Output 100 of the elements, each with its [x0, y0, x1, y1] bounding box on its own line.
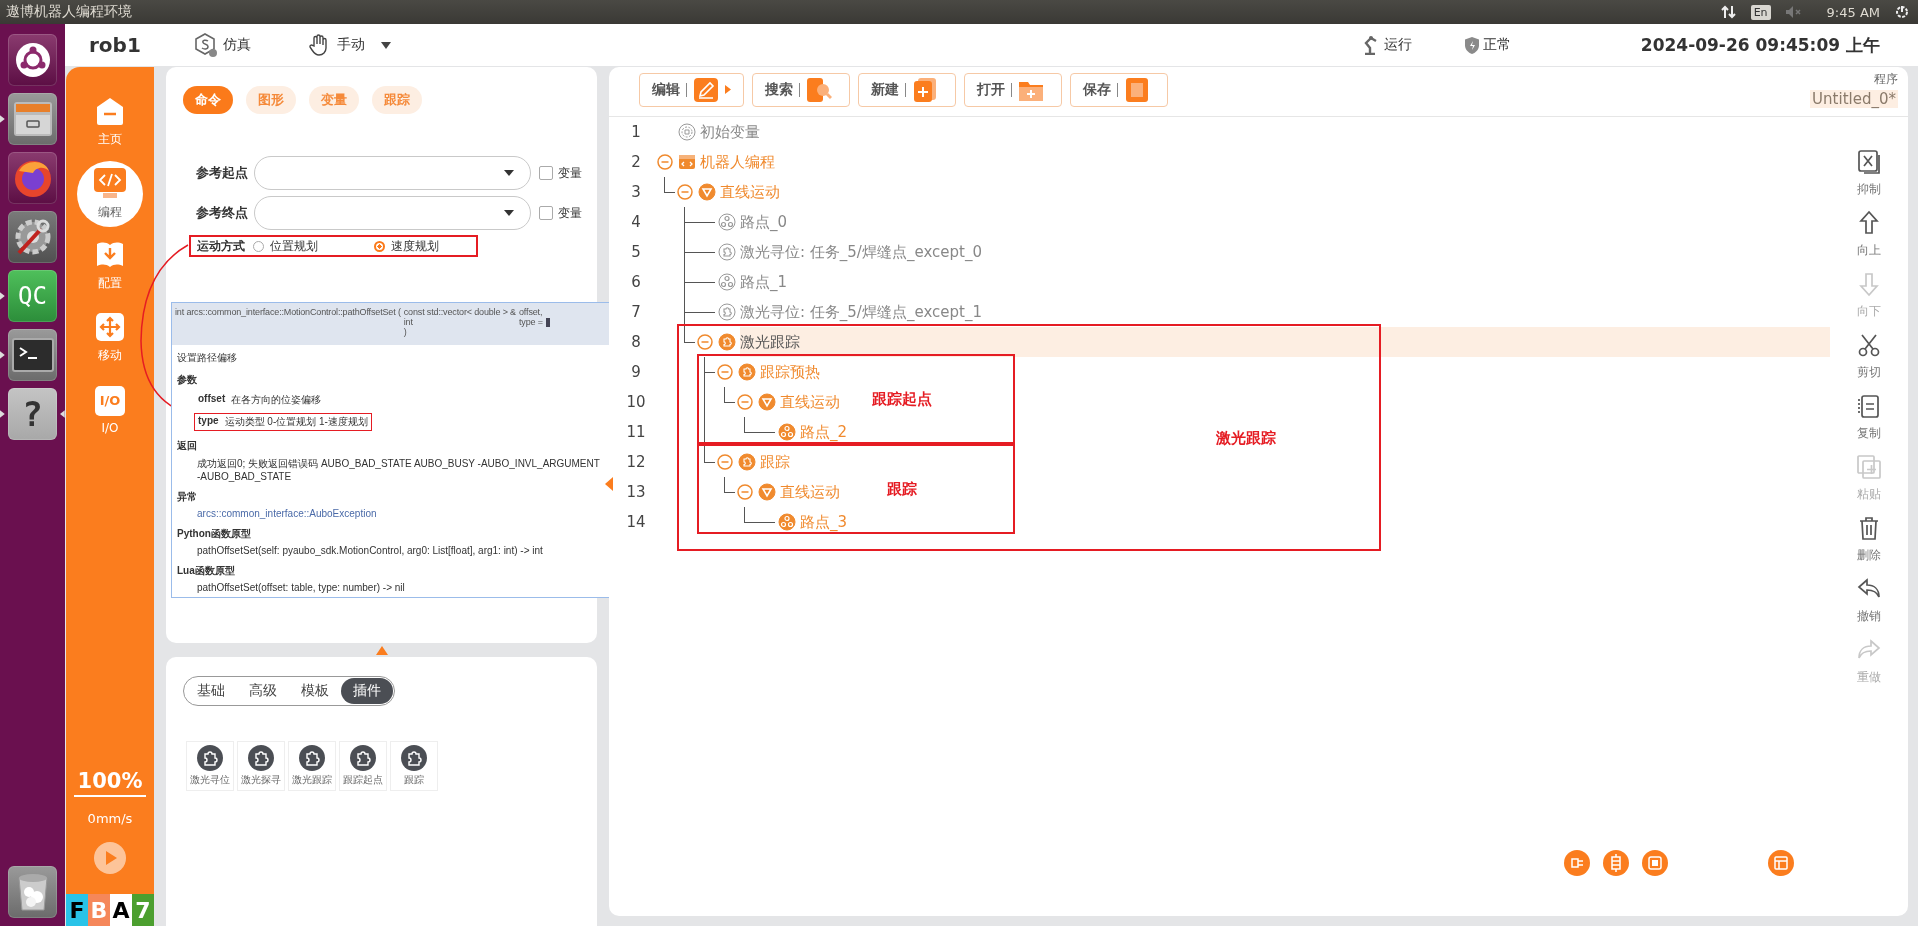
clock[interactable]: 9:45 AM	[1826, 4, 1880, 20]
category-tab[interactable]: 基础	[185, 678, 237, 704]
tree-node-label[interactable]: 路点_2	[800, 417, 848, 447]
collapse-toggle[interactable]	[657, 154, 673, 170]
line-number: 8	[630, 333, 642, 351]
tree-node-label[interactable]: 初始变量	[700, 117, 760, 147]
download-book-icon	[95, 240, 125, 270]
new-file-icon	[912, 76, 938, 103]
list-view-icon[interactable]	[1603, 850, 1629, 876]
undo-button[interactable]: 撤销	[1856, 576, 1882, 625]
parameter-name: type	[198, 415, 219, 428]
exception-link[interactable]: arcs::common_interface::AuboException	[197, 508, 377, 519]
terminal-icon[interactable]	[7, 329, 58, 381]
plugin-tile[interactable]: 跟踪	[390, 741, 438, 791]
field-label: 运动方式	[197, 237, 245, 255]
line-number: 2	[630, 153, 642, 171]
collapse-toggle[interactable]	[717, 364, 733, 380]
line-number: 4	[630, 213, 642, 231]
speaker-muted-icon[interactable]	[1784, 5, 1803, 19]
tree-node-label[interactable]: 机器人编程	[700, 147, 775, 177]
section-title: 返回	[177, 439, 198, 453]
puzzle-icon	[299, 745, 325, 771]
collapse-toggle[interactable]	[737, 484, 753, 500]
puzzle-circle-icon	[718, 243, 736, 261]
signature-text: int	[403, 317, 414, 327]
safety-state: 正常	[1482, 36, 1511, 54]
edit-button[interactable]: 编辑	[639, 72, 744, 107]
qc-app-icon[interactable]: QC	[7, 270, 58, 322]
suppress-button[interactable]: 抑制	[1856, 149, 1882, 198]
tree-node-label[interactable]: 直线运动	[720, 177, 780, 207]
tree-node-label[interactable]: 激光寻位: 任务_5/焊缝点_except_1	[740, 297, 982, 327]
line-number: 13	[625, 483, 647, 501]
tree-node-label[interactable]: 激光寻位: 任务_5/焊缝点_except_0	[740, 237, 982, 267]
app-icon-label: QC	[18, 282, 47, 310]
signature-text: int arcs::common_interface::MotionControl::pathOffsetSet (	[175, 307, 401, 317]
annotation-label: 跟踪	[887, 479, 917, 499]
browser-icon[interactable]	[7, 152, 58, 204]
collapse-toggle[interactable]	[737, 394, 753, 410]
keyboard-layout-indicator[interactable]: En	[1750, 4, 1771, 20]
file-name: Untitled_0*	[1810, 90, 1898, 108]
annotation-label: 跟踪起点	[872, 389, 932, 409]
file-cabinet-icon[interactable]	[7, 93, 58, 145]
section-title: Python函数原型	[177, 527, 252, 541]
plugin-tile[interactable]: 跟踪起点	[339, 741, 387, 791]
tree-node-label[interactable]: 直线运动	[780, 477, 840, 507]
checkbox[interactable]	[539, 166, 553, 180]
status-letter: B	[88, 894, 110, 926]
nav-item[interactable]: I/O I/O	[77, 377, 143, 443]
save-button[interactable]: 保存	[1070, 72, 1168, 107]
copy-icon	[1856, 393, 1882, 419]
wrench-gear-icon[interactable]	[7, 211, 58, 263]
new-button[interactable]: 新建	[858, 72, 956, 107]
nav-item[interactable]: 移动	[77, 305, 143, 371]
tree-node-label[interactable]: 路点_3	[800, 507, 848, 537]
up-button[interactable]: 向上	[1856, 210, 1882, 259]
power-gear-icon[interactable]	[1894, 4, 1910, 20]
control-mode-dropdown[interactable]: 手动	[306, 33, 391, 57]
checkbox[interactable]	[539, 206, 553, 220]
open-button[interactable]: 打开	[964, 72, 1062, 107]
help-icon[interactable]: ?	[7, 388, 58, 440]
collapse-toggle[interactable]	[677, 184, 693, 200]
network-arrows-icon[interactable]	[1720, 4, 1737, 20]
document-icon	[1124, 76, 1150, 103]
category-tab[interactable]: 高级	[237, 678, 289, 704]
line-number: 14	[625, 513, 647, 531]
tree-node-label[interactable]: 路点_1	[740, 267, 788, 297]
splitter-handle-icon[interactable]	[375, 645, 388, 655]
chevron-circle-icon	[758, 393, 776, 411]
trash-icon[interactable]	[7, 866, 58, 918]
nav-item[interactable]: 配置	[77, 233, 143, 299]
collapse-tree-icon[interactable]	[1564, 850, 1590, 876]
doc-text: 设置路径偏移	[177, 351, 238, 365]
nav-item[interactable]: 主页	[77, 89, 143, 155]
cut-button[interactable]: 剪切	[1856, 332, 1882, 381]
ubuntu-logo-icon[interactable]	[7, 34, 58, 86]
section-title: 异常	[177, 490, 198, 504]
plugin-tile[interactable]: 激光探寻	[237, 741, 285, 791]
radio-button[interactable]	[374, 240, 385, 252]
category-tab[interactable]: 插件	[341, 678, 393, 704]
tree-node-label[interactable]: 激光跟踪	[740, 327, 800, 357]
tree-node-label[interactable]: 直线运动	[780, 387, 840, 417]
window-icon[interactable]	[1768, 850, 1794, 876]
copy-button[interactable]: 复制	[1856, 393, 1882, 442]
collapse-toggle[interactable]	[717, 454, 733, 470]
plugin-tile[interactable]: 激光跟踪	[288, 741, 336, 791]
plugin-tile[interactable]: 激光寻位	[186, 741, 234, 791]
tree-node-label[interactable]: 跟踪	[760, 447, 790, 477]
panel-handle-icon[interactable]	[605, 477, 613, 491]
collapse-toggle[interactable]	[697, 334, 713, 350]
tree-node-label[interactable]: 路点_0	[740, 207, 788, 237]
puzzle-icon	[401, 745, 427, 771]
search-button[interactable]: 搜索	[752, 72, 850, 107]
command-tab[interactable]: 命令	[183, 86, 233, 114]
reference-point-select[interactable]	[254, 196, 531, 230]
fit-view-icon[interactable]	[1642, 850, 1668, 876]
play-button[interactable]	[94, 842, 126, 874]
nav-item[interactable]: 编程	[77, 161, 143, 227]
tree-node-label[interactable]: 跟踪预热	[760, 357, 820, 387]
category-tab[interactable]: 模板	[289, 678, 341, 704]
delete-button[interactable]: 删除	[1856, 515, 1882, 564]
